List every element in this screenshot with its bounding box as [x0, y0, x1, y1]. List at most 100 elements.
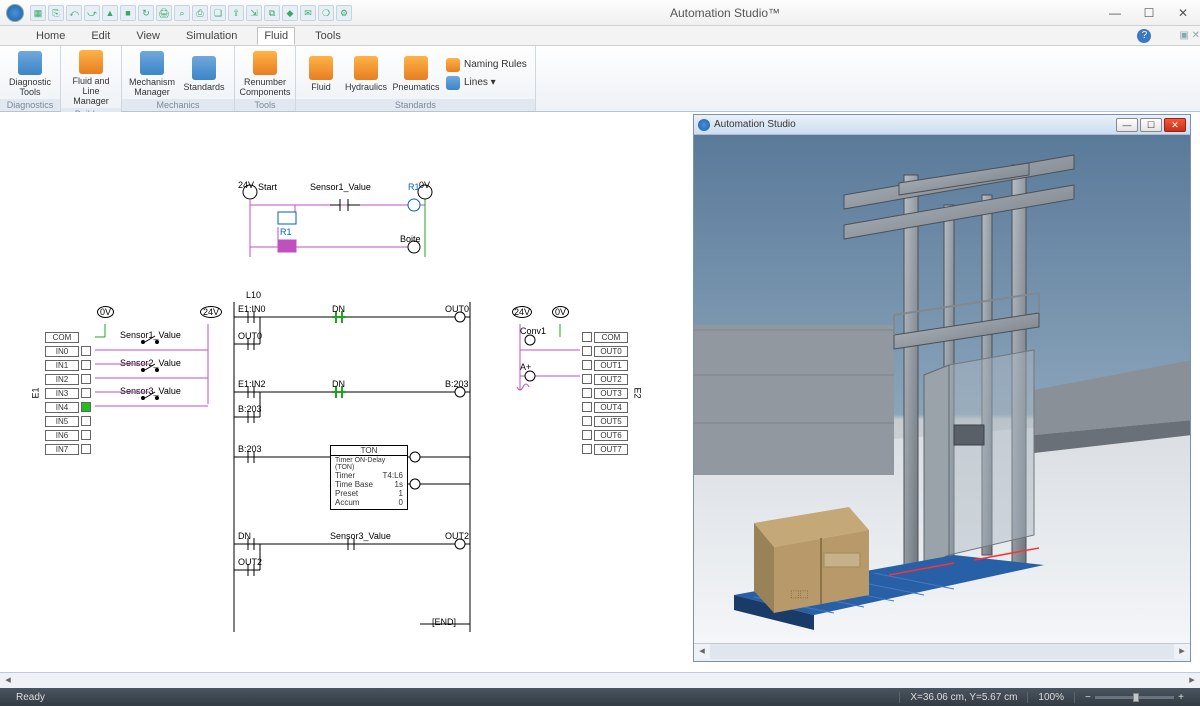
lines-icon	[446, 76, 460, 90]
naming-rules-button[interactable]: Naming Rules	[444, 57, 529, 73]
tab-home[interactable]: Home	[30, 28, 71, 44]
scroll-right-icon[interactable]: ▸	[1174, 644, 1190, 659]
label-start: Start	[258, 182, 277, 192]
tab-fluid[interactable]: Fluid	[257, 27, 295, 45]
label-r1: R1	[408, 182, 420, 192]
status-coords: X=36.06 cm, Y=5.67 cm	[899, 692, 1027, 703]
close-button[interactable]: ✕	[1166, 2, 1200, 24]
hydraulics-button[interactable]: Hydraulics	[344, 48, 388, 99]
qat-btn[interactable]: ✉	[300, 5, 316, 21]
ribbon-group-mechanics: Mechanism Manager Standards Mechanics	[122, 46, 235, 111]
timer-block[interactable]: TON Timer ON-Delay (TON) TimerT4:L6 Time…	[330, 445, 408, 510]
schematic-canvas[interactable]: 24V Start Sensor1_Value R1 0V R1 Boite C…	[0, 112, 690, 672]
qat-btn[interactable]: ⌕	[174, 5, 190, 21]
tab-view[interactable]: View	[130, 28, 166, 44]
rung2-right: B:203	[445, 379, 469, 389]
fluid-line-manager-button[interactable]: Fluid and Line Manager	[67, 48, 115, 108]
pneumatics-icon	[404, 56, 428, 80]
qat-btn[interactable]: ⧉	[264, 5, 280, 21]
label-e1: E1	[31, 387, 41, 398]
status-zoom[interactable]: 100%	[1027, 692, 1074, 703]
panel-minimize-button[interactable]: —	[1116, 118, 1138, 132]
ribbon-group-tools: Renumber Components Tools	[235, 46, 296, 111]
panel-close-button[interactable]: ✕	[1164, 118, 1186, 132]
label-out-0v: 0V	[552, 307, 569, 317]
standards-button[interactable]: Standards	[180, 48, 228, 99]
qat-btn[interactable]: ⇪	[228, 5, 244, 21]
qat-btn[interactable]: ■	[120, 5, 136, 21]
qat-btn[interactable]: ❏	[210, 5, 226, 21]
qat-btn[interactable]: ⤻	[84, 5, 100, 21]
minimize-button[interactable]: —	[1098, 2, 1132, 24]
svg-text:⬚⬚: ⬚⬚	[790, 589, 809, 600]
label-sensor1v: Sensor1_Value	[120, 330, 181, 340]
tab-simulation[interactable]: Simulation	[180, 28, 243, 44]
label-in-0v: 0V	[97, 307, 114, 317]
horizontal-scrollbar[interactable]: ◂ ▸	[0, 672, 1200, 688]
app-title: Automation Studio™	[352, 6, 1098, 20]
qat-btn[interactable]: ▲	[102, 5, 118, 21]
label-out-24v: 24V	[512, 307, 532, 317]
diagnostic-icon	[18, 51, 42, 75]
mechanism-icon	[140, 51, 164, 75]
rung2-left: E1:IN2	[238, 379, 266, 389]
collapse-ribbon-icon[interactable]: ▣ ✕	[1179, 30, 1200, 41]
tab-edit[interactable]: Edit	[85, 28, 116, 44]
panel-header[interactable]: Automation Studio — ☐ ✕	[694, 115, 1190, 135]
qat-btn[interactable]: ▦	[30, 5, 46, 21]
renumber-button[interactable]: Renumber Components	[241, 48, 289, 99]
zoom-in-icon[interactable]: +	[1178, 692, 1184, 703]
panel-maximize-button[interactable]: ☐	[1140, 118, 1162, 132]
zoom-slider[interactable]: − +	[1074, 692, 1194, 703]
scroll-left-icon[interactable]: ◂	[0, 673, 16, 688]
ladder-title: L10	[246, 290, 261, 300]
rung1-left: E1:IN0	[238, 304, 266, 314]
label-r1b: R1	[280, 227, 292, 237]
scroll-left-icon[interactable]: ◂	[694, 644, 710, 659]
scroll-track[interactable]	[16, 673, 1184, 688]
mechanism-manager-button[interactable]: Mechanism Manager	[128, 48, 176, 99]
scroll-right-icon[interactable]: ▸	[1184, 673, 1200, 688]
qat-btn[interactable]: ⤺	[66, 5, 82, 21]
workspace: 24V Start Sensor1_Value R1 0V R1 Boite C…	[0, 112, 1200, 672]
rung1-right: OUT0	[445, 304, 469, 314]
rung1-mid: DN	[332, 304, 345, 314]
zoom-out-icon[interactable]: −	[1085, 692, 1091, 703]
panel-scrollbar[interactable]: ◂ ▸	[694, 643, 1190, 659]
label-boite: Boite	[400, 234, 421, 244]
label-24v: 24V	[238, 180, 254, 190]
fluid-icon	[309, 56, 333, 80]
scroll-track[interactable]	[710, 644, 1174, 659]
qat-btn[interactable]: ◆	[282, 5, 298, 21]
ribbon-small-buttons: Naming Rules Lines ▾	[444, 48, 529, 99]
help-icon[interactable]: ?	[1137, 29, 1151, 43]
tab-tools[interactable]: Tools	[309, 28, 347, 44]
3d-viewport[interactable]: ⬚⬚	[694, 135, 1190, 643]
fluid-button[interactable]: Fluid	[302, 48, 340, 99]
label-out0: OUT0	[238, 331, 262, 341]
qat-btn[interactable]: ⎘	[48, 5, 64, 21]
qat-btn[interactable]: ⎙	[192, 5, 208, 21]
3d-view-panel: Automation Studio — ☐ ✕	[693, 114, 1191, 662]
diagnostic-tools-button[interactable]: Diagnostic Tools	[6, 48, 54, 99]
rung3-left: DN	[238, 531, 251, 541]
status-bar: Ready X=36.06 cm, Y=5.67 cm 100% − +	[0, 688, 1200, 706]
label-conv1: Conv1	[520, 326, 546, 336]
qat-btn[interactable]: ↻	[138, 5, 154, 21]
label-sensor3v: Sensor3_Value	[120, 386, 181, 396]
rung3-right: OUT2	[445, 531, 469, 541]
output-io-table[interactable]: COM OUT0 OUT1 OUT2 OUT3 OUT4 OUT5 OUT6 O…	[582, 330, 628, 456]
qat-btn[interactable]: ❍	[318, 5, 334, 21]
maximize-button[interactable]: ☐	[1132, 2, 1166, 24]
qat-btn[interactable]: ⚙	[336, 5, 352, 21]
qat-btn[interactable]: 🖨	[156, 5, 172, 21]
window-buttons: — ☐ ✕	[1098, 2, 1200, 24]
input-io-table[interactable]: COM IN0 IN1 IN2 IN3 IN4 IN5 IN6 IN7	[45, 330, 91, 456]
quick-access-toolbar: ▦ ⎘ ⤺ ⤻ ▲ ■ ↻ 🖨 ⌕ ⎙ ❏ ⇪ ⇲ ⧉ ◆ ✉ ❍ ⚙	[30, 5, 352, 21]
lines-dropdown[interactable]: Lines ▾	[444, 75, 529, 91]
pneumatics-button[interactable]: Pneumatics	[392, 48, 440, 99]
fluid-manager-icon	[79, 50, 103, 74]
qat-btn[interactable]: ⇲	[246, 5, 262, 21]
ribbon-group-diagnostics: Diagnostic Tools Diagnostics	[0, 46, 61, 111]
hydraulics-icon	[354, 56, 378, 80]
